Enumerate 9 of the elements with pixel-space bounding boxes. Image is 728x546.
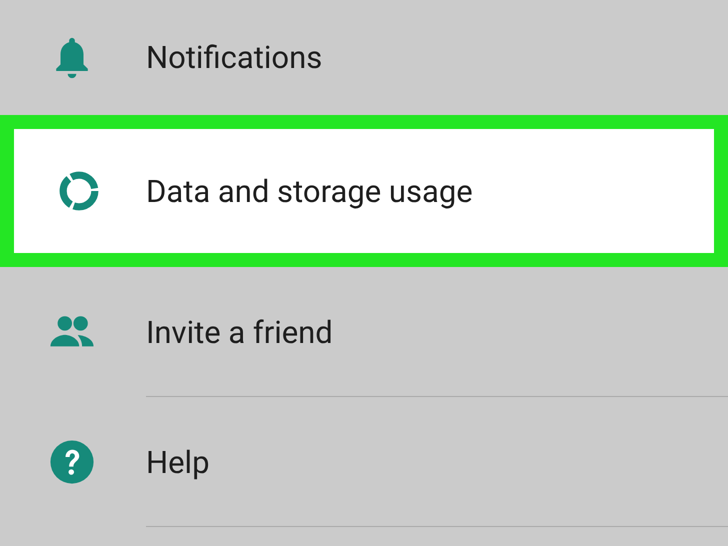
menu-item[interactable]: Invite a friend (0, 267, 728, 397)
menu-label: Data and storage usage (146, 172, 473, 210)
menu-item[interactable]: Notifications (0, 0, 728, 115)
highlighted-menu-item[interactable]: Data and storage usage (0, 115, 728, 267)
menu-label: Help (146, 444, 210, 480)
menu-item[interactable]: Help (0, 397, 728, 527)
help-icon (49, 439, 95, 485)
menu-label: Notifications (146, 39, 322, 76)
menu-label: Invite a friend (146, 314, 333, 350)
